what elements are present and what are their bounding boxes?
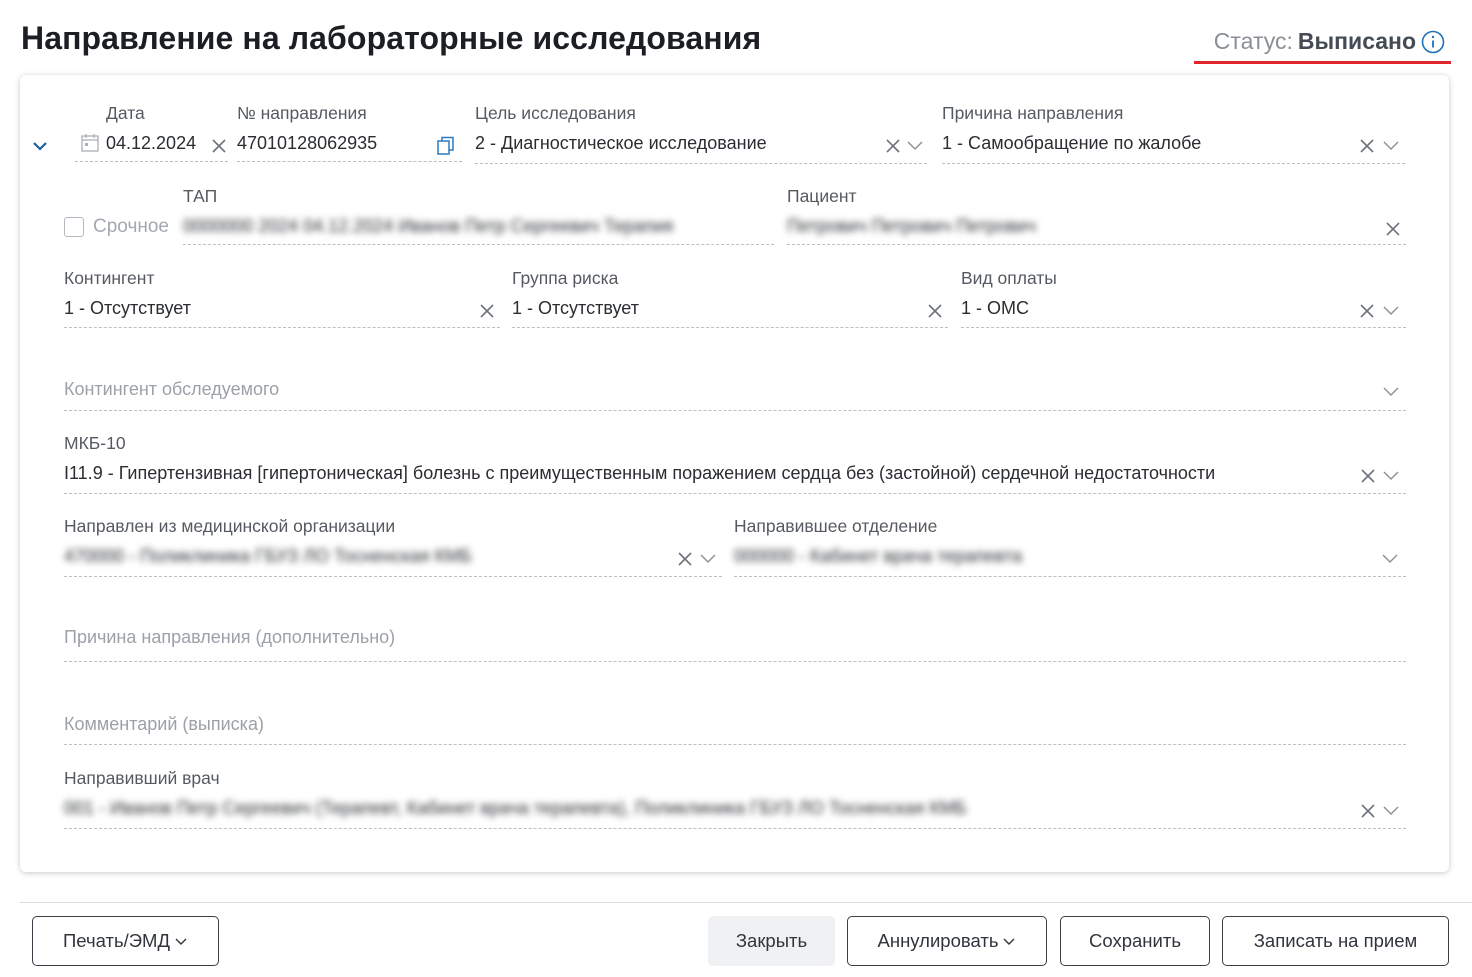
copy-icon[interactable] <box>435 135 457 157</box>
annul-label: Аннулировать <box>877 930 999 951</box>
referral-number-label: № направления <box>237 103 367 123</box>
payment-type-field[interactable]: Вид оплаты 1 - ОМС <box>961 268 1406 328</box>
date-field[interactable]: Дата 04.12.2024 <box>75 103 228 163</box>
book-appointment-label: Записать на прием <box>1253 930 1418 951</box>
comment-input[interactable]: Комментарий (выписка) <box>64 714 264 735</box>
clear-icon[interactable] <box>1360 803 1376 819</box>
payment-type-select[interactable]: 1 - ОМС <box>961 298 1029 319</box>
purpose-field[interactable]: Цель исследования 2 - Диагностическое ис… <box>475 103 927 164</box>
urgent-label: Срочное <box>93 216 169 237</box>
comment-field[interactable]: Комментарий (выписка) <box>64 712 1406 748</box>
footer-divider <box>20 902 1472 903</box>
contingent-select[interactable]: 1 - Отсутствует <box>64 298 191 319</box>
reason-label: Причина направления <box>942 103 1124 123</box>
clear-icon[interactable] <box>677 551 693 567</box>
referring-doctor-label: Направивший врач <box>64 768 220 788</box>
contingent-field[interactable]: Контингент 1 - Отсутствует <box>64 268 500 328</box>
chevron-down-icon[interactable] <box>1382 386 1400 398</box>
contingent-label: Контингент <box>64 268 155 288</box>
risk-group-label: Группа риска <box>512 268 619 288</box>
chevron-down-icon[interactable] <box>31 139 49 153</box>
clear-icon[interactable] <box>211 138 227 154</box>
chevron-down-icon[interactable] <box>1382 805 1400 817</box>
referral-number-field[interactable]: № направления 47010128062935 <box>237 103 462 163</box>
referring-doctor-select[interactable]: 001 - Иванов Петр Сергеевич (Терапевт, К… <box>64 798 967 819</box>
close-label: Закрыть <box>735 930 808 951</box>
referring-org-label: Направлен из медицинской организации <box>64 516 396 536</box>
info-icon[interactable] <box>1421 30 1445 54</box>
date-label: Дата <box>106 103 145 123</box>
referral-form-card: Дата 04.12.2024 № направления 4701012806… <box>20 75 1449 872</box>
clear-icon[interactable] <box>1360 468 1376 484</box>
reason-field[interactable]: Причина направления 1 - Самообращение по… <box>942 103 1405 164</box>
reason-extra-input[interactable]: Причина направления (дополнительно) <box>64 627 395 648</box>
patient-field[interactable]: Пациент Петрович Петрович Петрович <box>787 186 1406 246</box>
date-input[interactable]: 04.12.2024 <box>106 133 196 154</box>
tap-label: ТАП <box>183 186 218 206</box>
clear-icon[interactable] <box>479 303 495 319</box>
clear-icon[interactable] <box>1359 303 1375 319</box>
examinee-contingent-field[interactable]: Контингент обследуемого <box>64 375 1406 415</box>
icd10-select[interactable]: I11.9 - Гипертензивная [гипертоническая]… <box>64 463 1215 484</box>
patient-select[interactable]: Петрович Петрович Петрович <box>787 216 1036 237</box>
referring-org-field[interactable]: Направлен из медицинской организации 470… <box>64 516 722 578</box>
chevron-down-icon <box>1003 938 1015 945</box>
clear-icon[interactable] <box>885 138 901 154</box>
print-emd-button[interactable]: Печать/ЭМД <box>32 916 219 966</box>
clear-icon[interactable] <box>927 303 943 319</box>
status-value: Выписано <box>1297 28 1416 54</box>
purpose-label: Цель исследования <box>475 103 636 123</box>
tap-field[interactable]: ТАП 0000000 2024 04.12.2024 Иванов Петр … <box>183 186 774 246</box>
page-title: Направление на лабораторные исследования <box>21 20 762 56</box>
chevron-down-icon[interactable] <box>699 553 717 565</box>
referring-dept-field[interactable]: Направившее отделение 000000 - Кабинет в… <box>734 516 1406 578</box>
payment-type-label: Вид оплаты <box>961 268 1057 288</box>
calendar-icon[interactable] <box>80 133 100 153</box>
chevron-down-icon[interactable] <box>1382 140 1400 152</box>
close-button[interactable]: Закрыть <box>708 916 835 966</box>
chevron-down-icon[interactable] <box>1382 470 1400 482</box>
status-indicator: Статус: Выписано <box>1194 28 1451 64</box>
clear-icon[interactable] <box>1359 138 1375 154</box>
risk-group-select[interactable]: 1 - Отсутствует <box>512 298 639 319</box>
chevron-down-icon[interactable] <box>1382 305 1400 317</box>
annul-button[interactable]: Аннулировать <box>847 916 1047 966</box>
reason-extra-field[interactable]: Причина направления (дополнительно) <box>64 625 1406 665</box>
urgent-checkbox[interactable] <box>64 217 84 237</box>
referring-org-select[interactable]: 470000 - Поликлиника ГБУЗ ЛО Тосненская … <box>64 546 472 567</box>
chevron-down-icon[interactable] <box>1381 553 1399 565</box>
purpose-select[interactable]: 2 - Диагностическое исследование <box>475 133 767 154</box>
referring-dept-select[interactable]: 000000 - Кабинет врача терапевта <box>734 546 1022 567</box>
icd10-field[interactable]: МКБ-10 I11.9 - Гипертензивная [гипертони… <box>64 433 1406 495</box>
book-appointment-button[interactable]: Записать на прием <box>1222 916 1449 966</box>
tap-select[interactable]: 0000000 2024 04.12.2024 Иванов Петр Серг… <box>183 216 673 237</box>
icd10-label: МКБ-10 <box>64 433 126 453</box>
risk-group-field[interactable]: Группа риска 1 - Отсутствует <box>512 268 948 328</box>
save-button[interactable]: Сохранить <box>1060 916 1210 966</box>
reason-select[interactable]: 1 - Самообращение по жалобе <box>942 133 1201 154</box>
chevron-down-icon <box>175 938 187 945</box>
save-label: Сохранить <box>1089 930 1181 951</box>
patient-label: Пациент <box>787 186 857 206</box>
print-emd-label: Печать/ЭМД <box>63 930 170 951</box>
status-label: Статус: <box>1213 28 1293 54</box>
chevron-down-icon[interactable] <box>906 140 924 152</box>
referral-number-input[interactable]: 47010128062935 <box>237 133 377 154</box>
examinee-contingent-select[interactable]: Контингент обследуемого <box>64 379 279 400</box>
referring-dept-label: Направившее отделение <box>734 516 938 536</box>
referring-doctor-field[interactable]: Направивший врач 001 - Иванов Петр Серге… <box>64 768 1406 830</box>
clear-icon[interactable] <box>1385 221 1401 237</box>
